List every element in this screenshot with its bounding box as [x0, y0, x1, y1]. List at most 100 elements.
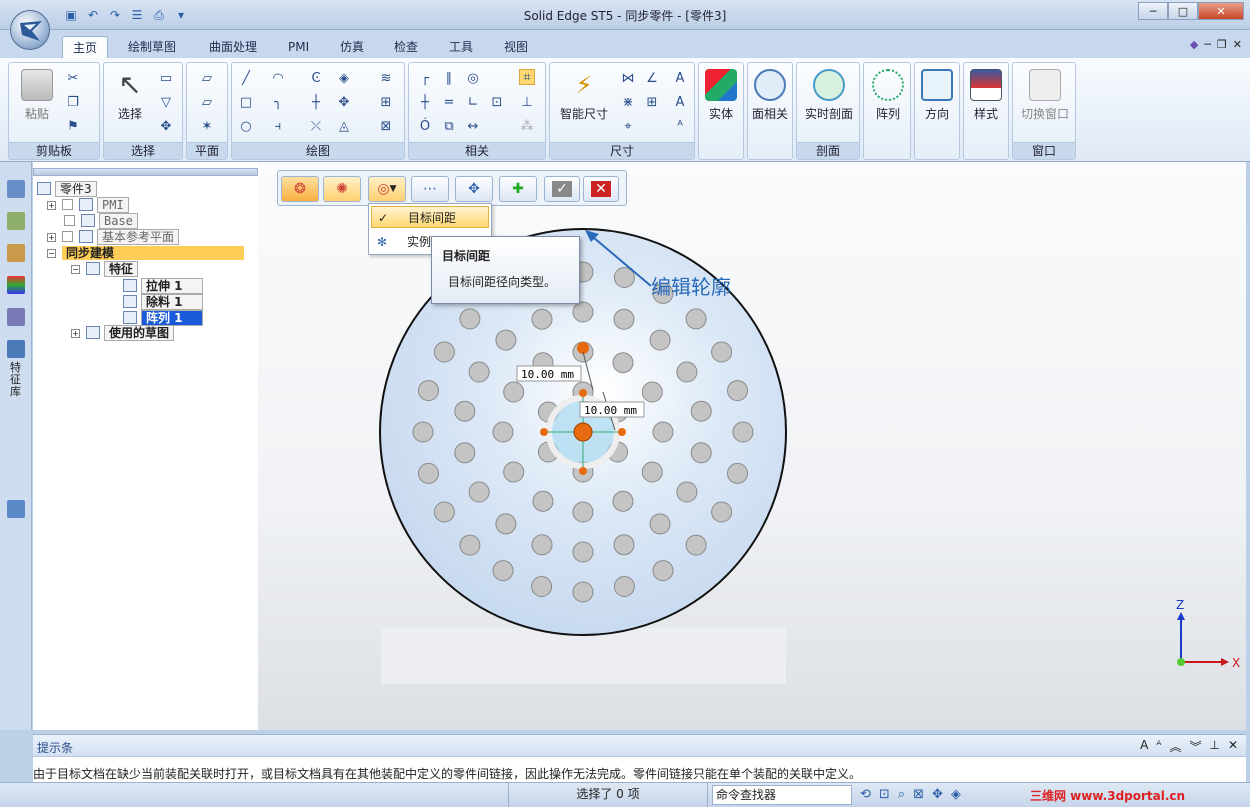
fit-icon[interactable]: ⊠	[913, 787, 924, 802]
fill-icon[interactable]: ◈	[336, 71, 352, 87]
rectangle-icon[interactable]: □	[238, 95, 254, 111]
pattern-hole[interactable]	[652, 421, 674, 443]
doc-minimize-button[interactable]: ─	[1204, 38, 1211, 51]
pan-icon[interactable]: ✥	[932, 787, 943, 802]
parallel-icon[interactable]: ∥	[441, 71, 457, 87]
arc-icon[interactable]: ◠	[270, 71, 286, 87]
plane-icon[interactable]: ▱	[199, 71, 215, 87]
move-icon[interactable]: ✥	[336, 95, 352, 111]
minimize-button[interactable]: ─	[1138, 2, 1168, 20]
pattern-hole[interactable]	[531, 308, 553, 330]
pattern-hole[interactable]	[711, 501, 733, 523]
collapse-icon[interactable]: −	[71, 265, 80, 274]
assembly-icon[interactable]	[7, 500, 25, 518]
pattern-hole[interactable]	[433, 341, 455, 363]
paste-button[interactable]: 粘贴	[17, 69, 57, 122]
extend-icon[interactable]: ⫞	[270, 119, 286, 135]
add-instance-button[interactable]: ✚	[499, 176, 537, 202]
copy-icon[interactable]: ❐	[65, 95, 81, 111]
command-finder-input[interactable]: 命令查找器	[712, 785, 852, 805]
pattern-center-button[interactable]: ✥	[455, 176, 493, 202]
cancel-button[interactable]: ✕	[583, 176, 619, 202]
pattern-hole[interactable]	[503, 381, 525, 403]
pattern-hole[interactable]	[572, 581, 594, 603]
pattern-hole[interactable]	[492, 421, 514, 443]
properties-icon[interactable]	[7, 308, 25, 326]
pattern-hole[interactable]	[612, 490, 634, 512]
pattern-hole[interactable]	[690, 442, 712, 464]
dimension-1[interactable]: 10.00 mm	[521, 368, 574, 381]
mirror-icon[interactable]: ◬	[336, 119, 352, 135]
offset-icon[interactable]: Ͼ	[308, 71, 324, 87]
handle-bottom[interactable]	[579, 467, 587, 475]
tab-tools[interactable]: 工具	[439, 36, 483, 60]
tree-pmi[interactable]: + PMI	[47, 197, 129, 213]
construction-icon[interactable]: ⊠	[378, 119, 394, 135]
edit-profile-label[interactable]: 编辑轮廓	[651, 275, 731, 299]
connect-icon[interactable]: ┌	[417, 71, 433, 87]
pattern-hole[interactable]	[418, 380, 439, 402]
style-button[interactable]: 样式	[967, 69, 1005, 122]
tab-pmi[interactable]: PMI	[278, 36, 319, 60]
equal-icon[interactable]: =	[441, 95, 457, 111]
relation-handles-icon[interactable]: ⊥	[519, 95, 535, 111]
select-tool-icon[interactable]: ✥	[158, 119, 174, 135]
coord-dim-icon[interactable]: ⋇	[620, 95, 636, 111]
pattern-hole[interactable]	[613, 534, 635, 556]
zoom-area-icon[interactable]: ⊡	[879, 787, 890, 802]
feature-library-tab[interactable]: 特征库	[10, 362, 24, 398]
horizontal-vertical-icon[interactable]: ┼	[417, 95, 433, 111]
refresh-icon[interactable]: ⟲	[860, 787, 871, 802]
refplanes-checkbox[interactable]	[62, 231, 73, 242]
pattern-hole[interactable]	[412, 421, 434, 443]
close-button[interactable]: ✕	[1198, 2, 1244, 20]
pattern-hole[interactable]	[676, 481, 698, 503]
handle-left[interactable]	[540, 428, 548, 436]
pattern-hole[interactable]	[495, 329, 517, 351]
perpendicular-icon[interactable]: ∟	[465, 95, 481, 111]
symmetric-dim-icon[interactable]: ⊞	[644, 95, 660, 111]
pattern-draw-icon[interactable]: ≋	[378, 71, 394, 87]
pattern-hole[interactable]	[641, 461, 663, 483]
pattern-hole[interactable]	[492, 560, 514, 582]
pattern-hole[interactable]	[454, 442, 476, 464]
pattern-hole[interactable]	[612, 352, 634, 374]
pattern-hole[interactable]	[727, 380, 748, 402]
pattern-type-button[interactable]: ❂	[281, 176, 319, 202]
collapse-icon[interactable]: −	[47, 249, 56, 258]
pattern-hole[interactable]	[732, 421, 754, 443]
switch-window-button[interactable]: 切换窗口	[1017, 69, 1073, 122]
select-box-icon[interactable]: ▭	[158, 71, 174, 87]
doc-restore-button[interactable]: ❐	[1217, 38, 1227, 51]
pattern-hole[interactable]	[572, 301, 594, 323]
face-related-button[interactable]: 面相关	[751, 69, 789, 122]
pattern-hole[interactable]	[649, 513, 671, 535]
angle-dim-icon[interactable]: ∠	[644, 71, 660, 87]
pattern-hole[interactable]	[433, 501, 455, 523]
rotate-icon[interactable]: ◈	[951, 787, 961, 802]
prompt-close-icon[interactable]: ✕	[1228, 738, 1238, 755]
menu-item-target-spacing[interactable]: ✓ 目标间距	[371, 206, 489, 228]
pattern-hole[interactable]	[532, 490, 554, 512]
tab-view[interactable]: 视图	[494, 36, 538, 60]
pattern-hole[interactable]	[613, 308, 635, 330]
spacing-type-dropdown[interactable]: ◎ ▼	[368, 176, 406, 202]
application-button[interactable]	[10, 10, 50, 50]
font-larger-icon[interactable]: A	[1140, 738, 1148, 755]
dim-between-icon[interactable]: ⋈	[620, 71, 636, 87]
pattern-hole[interactable]	[459, 308, 481, 330]
pattern-hole[interactable]	[649, 329, 671, 351]
line-icon[interactable]: ╱	[238, 71, 254, 87]
font-smaller-icon[interactable]: ᴬ	[1156, 738, 1161, 755]
library-icon[interactable]	[7, 212, 25, 230]
split-icon[interactable]: ⤫	[308, 119, 324, 135]
relate-draw-icon[interactable]: ⊞	[378, 95, 394, 111]
pattern-hole[interactable]	[685, 534, 707, 556]
pattern-hole[interactable]	[676, 361, 698, 383]
maintain-relations-icon[interactable]: ⌗	[519, 69, 535, 85]
tree-pattern[interactable]: 阵列 1	[123, 310, 203, 326]
fillet-icon[interactable]: ╮	[270, 95, 286, 111]
pathfinder-header[interactable]	[33, 168, 258, 176]
handle-top[interactable]	[579, 389, 587, 397]
solid-button[interactable]: 实体	[702, 69, 740, 122]
